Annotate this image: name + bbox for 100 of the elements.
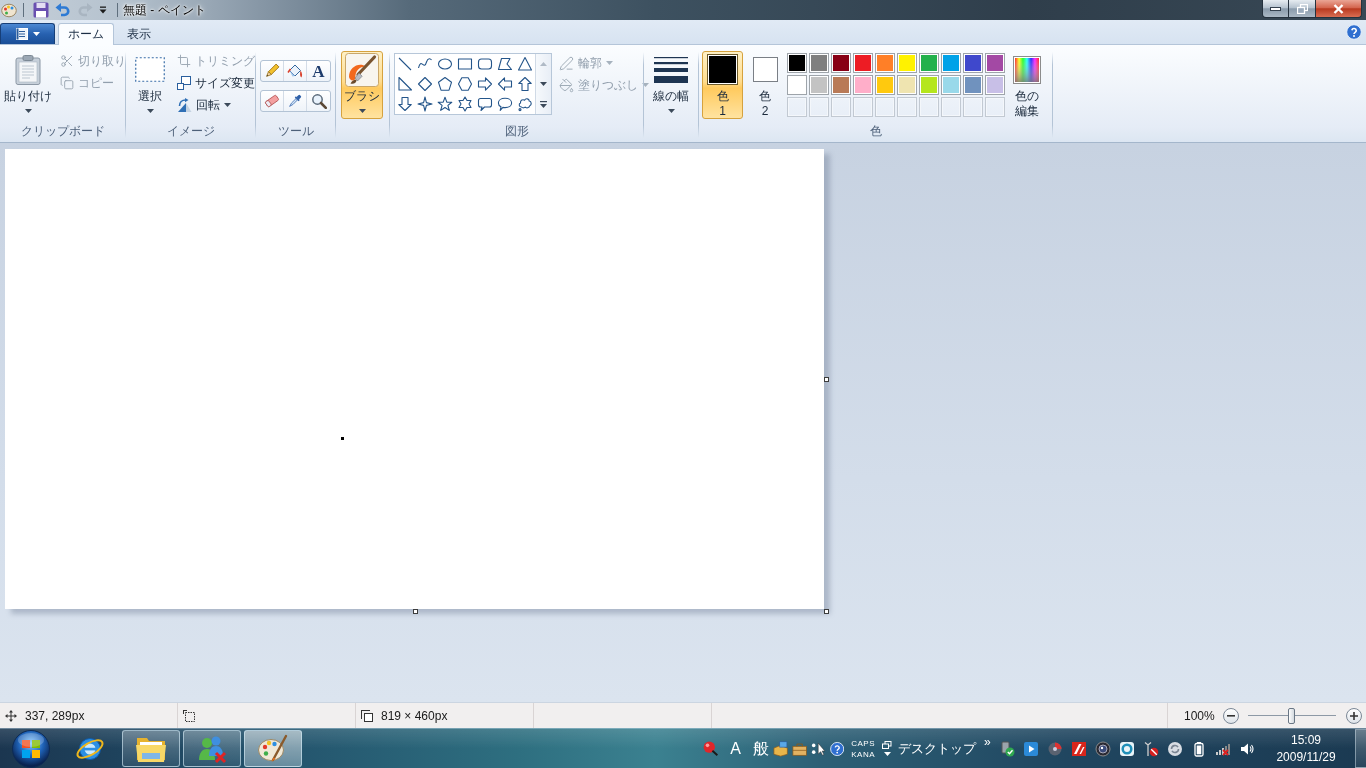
select-button[interactable]: 選択 — [129, 51, 171, 119]
empty-swatch-icon[interactable] — [963, 97, 983, 117]
toolbar-chevron[interactable]: » — [984, 735, 991, 748]
caret-icon — [32, 32, 40, 36]
customize-caret-icon[interactable] — [99, 6, 107, 14]
color-swatch-icon[interactable] — [787, 53, 807, 73]
color-swatch-icon[interactable] — [985, 53, 1005, 73]
shape-button[interactable] — [395, 94, 415, 114]
ribbon-tab[interactable]: ホーム — [58, 23, 114, 45]
input-mode-text[interactable]: 般 — [752, 739, 769, 758]
taskbar-button[interactable] — [244, 730, 302, 767]
play-icon[interactable] — [1023, 740, 1039, 757]
color-swatch-icon[interactable] — [897, 53, 917, 73]
color-swatch-icon[interactable] — [963, 75, 983, 95]
start-orb-icon[interactable] — [10, 729, 51, 768]
color-swatch-icon[interactable] — [831, 75, 851, 95]
group-label: クリップボード — [20, 123, 105, 139]
zoom-in-button[interactable] — [1345, 707, 1362, 724]
lens-icon[interactable] — [1095, 740, 1111, 757]
resize-button[interactable]: サイズ変更 — [173, 73, 259, 93]
empty-swatch-icon[interactable] — [831, 97, 851, 117]
edit-colors-button[interactable]: 色の編集 — [1009, 51, 1045, 119]
clock[interactable]: 15:09 2009/11/29 — [1259, 731, 1353, 766]
color-swatch-icon[interactable] — [941, 53, 961, 73]
color-swatch-icon[interactable] — [919, 53, 939, 73]
zoom-slider-thumb[interactable] — [1288, 707, 1296, 724]
save-icon[interactable] — [33, 2, 49, 18]
help-icon[interactable] — [1346, 24, 1362, 40]
disc-icon[interactable] — [1047, 740, 1063, 757]
empty-swatch-icon[interactable] — [985, 97, 1005, 117]
color-swatch-icon[interactable] — [809, 53, 829, 73]
toolbar-label[interactable]: デスクトップ — [898, 739, 976, 758]
sync-icon[interactable] — [1167, 740, 1183, 757]
zoom-out-button[interactable] — [1222, 707, 1239, 724]
paste-button[interactable]: 貼り付け — [3, 51, 53, 119]
empty-swatch-icon[interactable] — [787, 97, 807, 117]
restore-icon[interactable] — [882, 741, 892, 749]
paintbrush-icon — [345, 52, 379, 87]
shape-button[interactable] — [455, 74, 475, 94]
taskbar-button[interactable] — [122, 730, 180, 767]
shape-button[interactable] — [435, 74, 455, 94]
resize-handle[interactable] — [824, 609, 829, 614]
close-button[interactable] — [1316, 0, 1362, 18]
empty-swatch-icon[interactable] — [941, 97, 961, 117]
empty-swatch-icon[interactable] — [897, 97, 917, 117]
shape-button[interactable] — [515, 74, 535, 94]
color-swatch-icon[interactable] — [897, 75, 917, 95]
color-swatch-icon[interactable] — [787, 75, 807, 95]
help-icon[interactable] — [829, 740, 845, 757]
drive-check-icon[interactable] — [999, 740, 1015, 757]
caret-icon[interactable] — [883, 752, 891, 756]
shape-button[interactable] — [455, 94, 475, 114]
minimize-button[interactable] — [1262, 0, 1289, 18]
show-desktop-button[interactable] — [1355, 729, 1366, 768]
antenna-blocked-icon[interactable] — [1143, 740, 1159, 757]
pentagon-icon — [437, 76, 453, 92]
shape-button[interactable] — [495, 74, 515, 94]
app-menu-button[interactable] — [0, 23, 55, 44]
paint-bucket-icon — [559, 77, 574, 93]
undo-icon[interactable] — [55, 2, 71, 18]
toolbox-icon[interactable] — [792, 740, 808, 757]
input-mode-text[interactable]: A — [730, 739, 741, 758]
shape-button[interactable] — [415, 74, 435, 94]
color-swatch-icon[interactable] — [919, 75, 939, 95]
rotate-button[interactable]: 回転 — [173, 95, 259, 115]
slashed-tile-icon[interactable] — [1071, 740, 1087, 757]
color-swatch-icon[interactable] — [963, 53, 983, 73]
ball-icon[interactable] — [703, 740, 719, 757]
shape-button[interactable] — [415, 94, 435, 114]
shape-button[interactable] — [515, 54, 535, 74]
cursor-dots-icon[interactable] — [811, 740, 826, 757]
resize-handle[interactable] — [824, 377, 829, 382]
shape-button[interactable] — [395, 74, 415, 94]
empty-swatch-icon[interactable] — [853, 97, 873, 117]
shape-button[interactable] — [475, 74, 495, 94]
color-swatch-icon[interactable] — [853, 75, 873, 95]
empty-swatch-icon[interactable] — [875, 97, 895, 117]
color-swatch-icon[interactable] — [985, 75, 1005, 95]
brushes-button[interactable]: ブラシ — [341, 51, 383, 119]
empty-swatch-icon[interactable] — [809, 97, 829, 117]
taskbar-button[interactable] — [183, 730, 241, 767]
shape-button[interactable] — [435, 94, 455, 114]
color-button[interactable]: 色 2 — [748, 51, 782, 119]
pencil-icon — [264, 63, 280, 79]
color-button[interactable]: 色 1 — [702, 51, 743, 119]
color-swatch-icon[interactable] — [831, 53, 851, 73]
color-swatch-icon[interactable] — [809, 75, 829, 95]
palette-icon[interactable] — [1, 2, 17, 18]
color-swatch-icon[interactable] — [941, 75, 961, 95]
box-icon[interactable] — [772, 740, 789, 757]
battery-icon[interactable] — [1191, 740, 1207, 757]
text-tool-button[interactable]: A — [307, 61, 330, 81]
empty-swatch-icon[interactable] — [919, 97, 939, 117]
restore-button[interactable] — [1289, 0, 1316, 18]
ribbon-tab[interactable]: 表示 — [117, 23, 161, 44]
color-swatch-icon[interactable] — [875, 53, 895, 73]
color-swatch-icon[interactable] — [853, 53, 873, 73]
color-swatch-icon[interactable] — [875, 75, 895, 95]
resize-handle[interactable] — [413, 609, 418, 614]
ring-icon[interactable] — [1119, 740, 1135, 757]
